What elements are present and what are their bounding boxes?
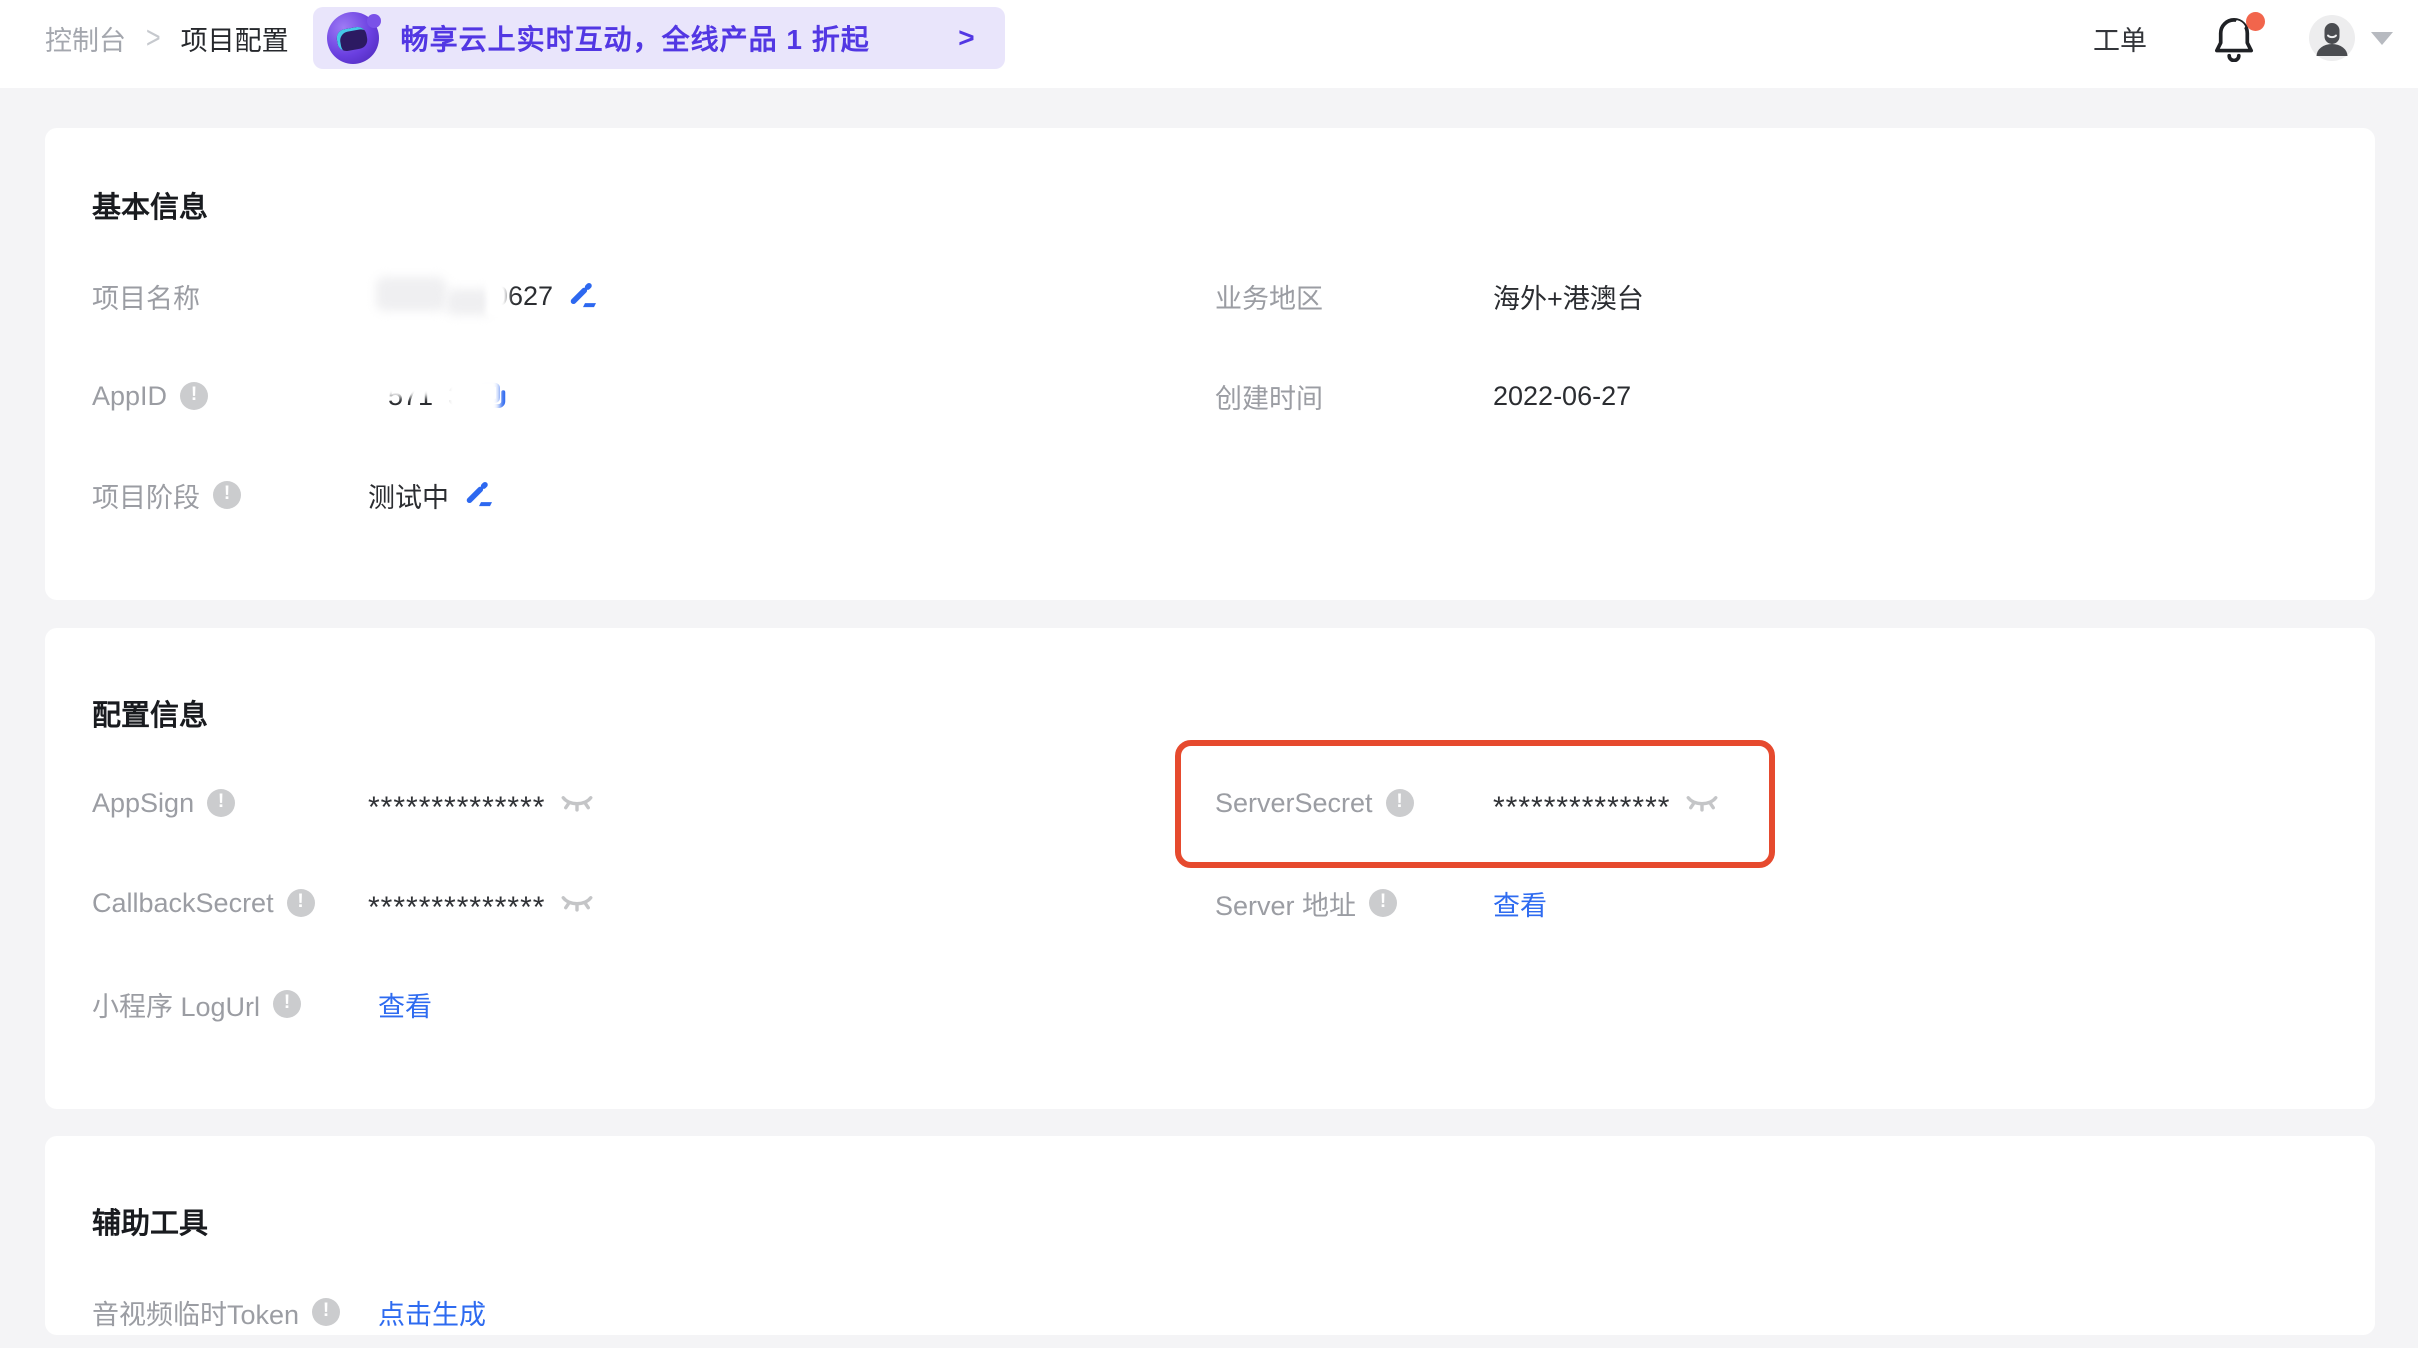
miniprogram-logurl-label: 小程序 LogUrl <box>92 981 301 1027</box>
info-icon[interactable] <box>273 990 301 1018</box>
miniprogram-logurl-label-text: 小程序 LogUrl <box>92 985 260 1024</box>
breadcrumb-item-current: 项目配置 <box>181 19 289 58</box>
server-secret-label-text: ServerSecret <box>1215 788 1373 819</box>
business-region-label: 业务地区 <box>1215 273 1323 319</box>
av-token-value: 点击生成 <box>378 1289 486 1335</box>
project-name-value: 0627 <box>368 273 598 319</box>
redaction-blur <box>486 275 508 317</box>
notification-dot <box>2246 12 2265 31</box>
banner-text: 畅享云上实时互动，全线产品 1 折起 <box>401 18 870 58</box>
edit-pencil-icon[interactable] <box>568 281 598 311</box>
topbar: 控制台 > 项目配置 畅享云上实时互动，全线产品 1 折起 > 工单 <box>0 0 2418 88</box>
created-at-label: 创建时间 <box>1215 373 1323 419</box>
project-stage-label-text: 项目阶段 <box>92 476 200 515</box>
av-token-label: 音视频临时Token <box>92 1289 340 1335</box>
callback-secret-label-text: CallbackSecret <box>92 888 274 919</box>
project-name-label: 项目名称 <box>92 273 200 319</box>
project-stage-value-text: 测试中 <box>368 476 449 515</box>
appsign-masked-text: ************** <box>368 791 545 825</box>
info-icon[interactable] <box>1386 789 1414 817</box>
miniprogram-logurl-value: 查看 <box>378 981 432 1027</box>
appid-value: 571 3 <box>368 373 508 419</box>
server-address-label-text: Server 地址 <box>1215 884 1356 923</box>
caret-down-icon[interactable] <box>2371 32 2393 45</box>
callback-secret-value: ************** <box>368 880 594 926</box>
appsign-label: AppSign <box>92 780 235 826</box>
tools-card: 辅助工具 音视频临时Token 点击生成 <box>45 1136 2375 1335</box>
eye-closed-icon[interactable] <box>560 792 594 814</box>
project-stage-value: 测试中 <box>368 472 494 518</box>
eye-closed-icon[interactable] <box>560 892 594 914</box>
edit-pencil-icon[interactable] <box>464 480 494 510</box>
project-name-redacted-value: 0627 <box>368 273 553 319</box>
server-secret-label: ServerSecret <box>1215 780 1414 826</box>
info-icon[interactable] <box>312 1298 340 1326</box>
bell-icon[interactable] <box>2211 14 2257 62</box>
topbar-right: 工单 <box>2093 14 2393 62</box>
breadcrumb-item-console[interactable]: 控制台 <box>45 19 126 58</box>
av-token-label-text: 音视频临时Token <box>92 1293 299 1332</box>
callback-secret-masked-text: ************** <box>368 891 545 925</box>
appid-label: AppID <box>92 373 208 419</box>
info-icon[interactable] <box>1369 889 1397 917</box>
eye-closed-icon[interactable] <box>1685 792 1719 814</box>
banner-mascot-icon <box>327 12 379 64</box>
promo-banner[interactable]: 畅享云上实时互动，全线产品 1 折起 > <box>313 7 1005 69</box>
business-region-label-text: 业务地区 <box>1215 277 1323 316</box>
av-token-generate-link[interactable]: 点击生成 <box>378 1293 486 1332</box>
miniprogram-logurl-view-link[interactable]: 查看 <box>378 985 432 1024</box>
info-icon[interactable] <box>207 789 235 817</box>
basic-info-card: 基本信息 项目名称 0627 业务地区 海外+港澳台 AppID <box>45 128 2375 600</box>
created-at-label-text: 创建时间 <box>1215 377 1323 416</box>
business-region-value-text: 海外+港澳台 <box>1493 277 1644 316</box>
avatar[interactable] <box>2309 15 2355 61</box>
section-title-tools: 辅助工具 <box>92 1200 208 1242</box>
project-stage-label: 项目阶段 <box>92 472 241 518</box>
server-address-view-link[interactable]: 查看 <box>1493 884 1547 923</box>
banner-arrow-icon[interactable]: > <box>958 22 974 54</box>
server-secret-masked-text: ************** <box>1493 791 1670 825</box>
info-icon[interactable] <box>213 481 241 509</box>
appid-label-text: AppID <box>92 381 167 412</box>
appid-redacted-value: 571 3 <box>388 381 463 412</box>
section-title-config-info: 配置信息 <box>92 692 208 734</box>
business-region-value: 海外+港澳台 <box>1493 273 1644 319</box>
appsign-label-text: AppSign <box>92 788 194 819</box>
server-address-value: 查看 <box>1493 880 1547 926</box>
server-secret-value: ************** <box>1493 780 1719 826</box>
appsign-value: ************** <box>368 780 594 826</box>
redaction-blur <box>368 273 493 319</box>
callback-secret-label: CallbackSecret <box>92 880 315 926</box>
created-at-value: 2022-06-27 <box>1493 373 1631 419</box>
section-title-basic-info: 基本信息 <box>92 184 208 226</box>
ticket-link[interactable]: 工单 <box>2093 19 2147 58</box>
project-name-label-text: 项目名称 <box>92 277 200 316</box>
info-icon[interactable] <box>287 889 315 917</box>
redaction-blur <box>446 377 500 425</box>
info-icon[interactable] <box>180 382 208 410</box>
breadcrumb: 控制台 > 项目配置 <box>45 19 289 58</box>
breadcrumb-chevron-icon: > <box>146 20 161 56</box>
server-address-label: Server 地址 <box>1215 880 1397 926</box>
config-info-card: 配置信息 AppSign ************** ServerSecret… <box>45 628 2375 1109</box>
created-at-value-text: 2022-06-27 <box>1493 381 1631 412</box>
redaction-blur <box>382 373 448 397</box>
